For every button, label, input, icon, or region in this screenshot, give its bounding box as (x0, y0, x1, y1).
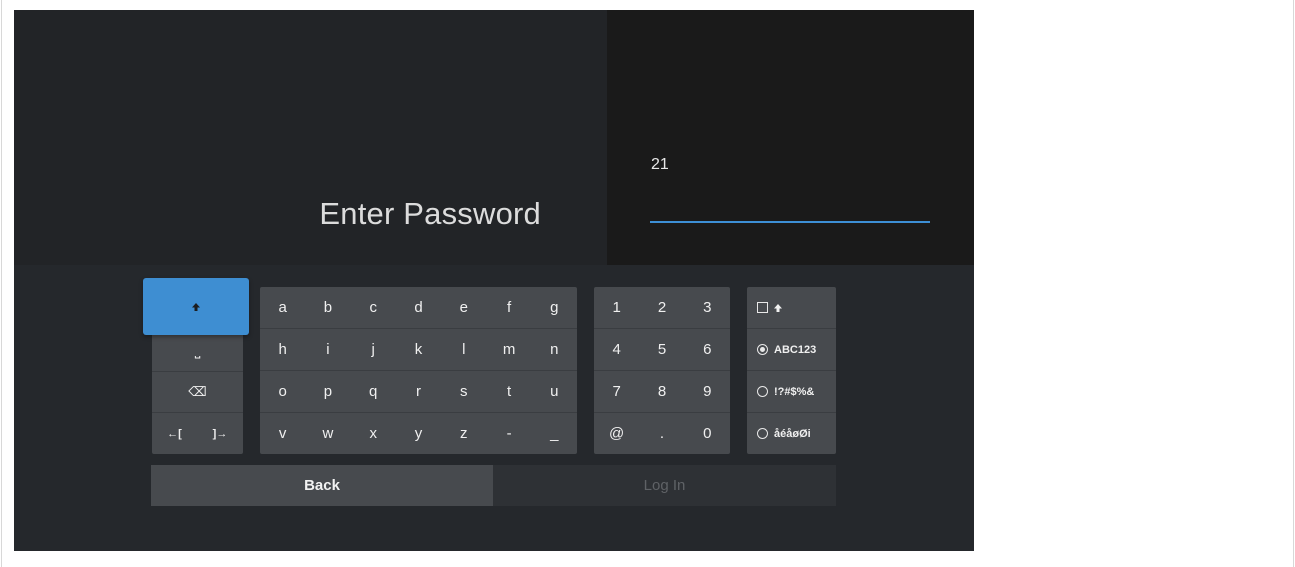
key-w[interactable]: w (305, 412, 350, 454)
key-6[interactable]: 6 (685, 329, 730, 371)
password-field-value[interactable]: 21 (651, 156, 669, 174)
key-8[interactable]: 8 (639, 371, 684, 413)
key-j[interactable]: j (351, 329, 396, 371)
key-d[interactable]: d (396, 287, 441, 329)
key-i[interactable]: i (305, 329, 350, 371)
shift-key[interactable] (143, 278, 249, 335)
key-b[interactable]: b (305, 287, 350, 329)
space-icon: ⎵ (194, 341, 201, 358)
key-dot[interactable]: . (639, 412, 684, 454)
key-z[interactable]: z (441, 412, 486, 454)
key-4[interactable]: 4 (594, 329, 639, 371)
key-q[interactable]: q (351, 371, 396, 413)
key-m[interactable]: m (486, 329, 531, 371)
key-c[interactable]: c (351, 287, 396, 329)
shift-arrow-icon (192, 302, 200, 311)
back-button[interactable]: Back (151, 465, 493, 506)
key-s[interactable]: s (441, 371, 486, 413)
key-a[interactable]: a (260, 287, 305, 329)
cursor-left-icon: ←[ (167, 427, 182, 440)
key-underscore[interactable]: _ (532, 412, 577, 454)
key-0[interactable]: 0 (685, 412, 730, 454)
page-title: Enter Password (319, 196, 541, 231)
key-dash[interactable]: - (486, 412, 531, 454)
key-1[interactable]: 1 (594, 287, 639, 329)
key-at[interactable]: @ (594, 412, 639, 454)
key-k[interactable]: k (396, 329, 441, 371)
radio-unselected-icon (757, 428, 768, 439)
key-n[interactable]: n (532, 329, 577, 371)
letter-keys-panel: a b c d e f g h i j k l m n o p q r s t u v w x y z - _ (260, 287, 577, 454)
cursor-right-icon: ]→ (212, 427, 228, 440)
password-area: 21 (607, 10, 974, 265)
key-v[interactable]: v (260, 412, 305, 454)
mode-accents[interactable]: åéåøØi (747, 413, 836, 454)
key-r[interactable]: r (396, 371, 441, 413)
login-button[interactable]: Log In (493, 465, 836, 506)
key-2[interactable]: 2 (639, 287, 684, 329)
mode-symbols[interactable]: !?#$%& (747, 371, 836, 412)
key-f[interactable]: f (486, 287, 531, 329)
mode-abc123[interactable]: ABC123 (747, 329, 836, 370)
key-g[interactable]: g (532, 287, 577, 329)
key-7[interactable]: 7 (594, 371, 639, 413)
cursor-right-key[interactable]: ]→ (197, 413, 243, 454)
backspace-icon: ⌫ (188, 384, 207, 399)
key-h[interactable]: h (260, 329, 305, 371)
key-x[interactable]: x (351, 412, 396, 454)
key-o[interactable]: o (260, 371, 305, 413)
key-y[interactable]: y (396, 412, 441, 454)
password-field-underline (650, 221, 930, 223)
key-t[interactable]: t (486, 371, 531, 413)
radio-unselected-icon (757, 386, 768, 397)
caps-lock-checkbox (757, 302, 768, 313)
radio-selected-icon (757, 344, 768, 355)
key-p[interactable]: p (305, 371, 350, 413)
key-3[interactable]: 3 (685, 287, 730, 329)
key-l[interactable]: l (441, 329, 486, 371)
key-5[interactable]: 5 (639, 329, 684, 371)
mode-keys-panel: ABC123 !?#$%& åéåøØi (747, 287, 836, 454)
backspace-key[interactable]: ⌫ (152, 371, 243, 413)
shift-arrow-icon (774, 303, 782, 312)
key-e[interactable]: e (441, 287, 486, 329)
cursor-left-key[interactable]: ←[ (152, 413, 197, 454)
tv-screen: Enter Password 21 ⎵ ⌫ ←[ ]→ abcdefg hijkl… (14, 10, 974, 551)
key-9[interactable]: 9 (685, 371, 730, 413)
key-u[interactable]: u (532, 371, 577, 413)
caps-lock-key[interactable] (747, 287, 836, 328)
title-area: Enter Password (14, 10, 607, 265)
digit-keys-panel: 1 2 3 4 5 6 7 8 9 @. 0 (594, 287, 730, 454)
space-key[interactable]: ⎵ (152, 329, 243, 371)
